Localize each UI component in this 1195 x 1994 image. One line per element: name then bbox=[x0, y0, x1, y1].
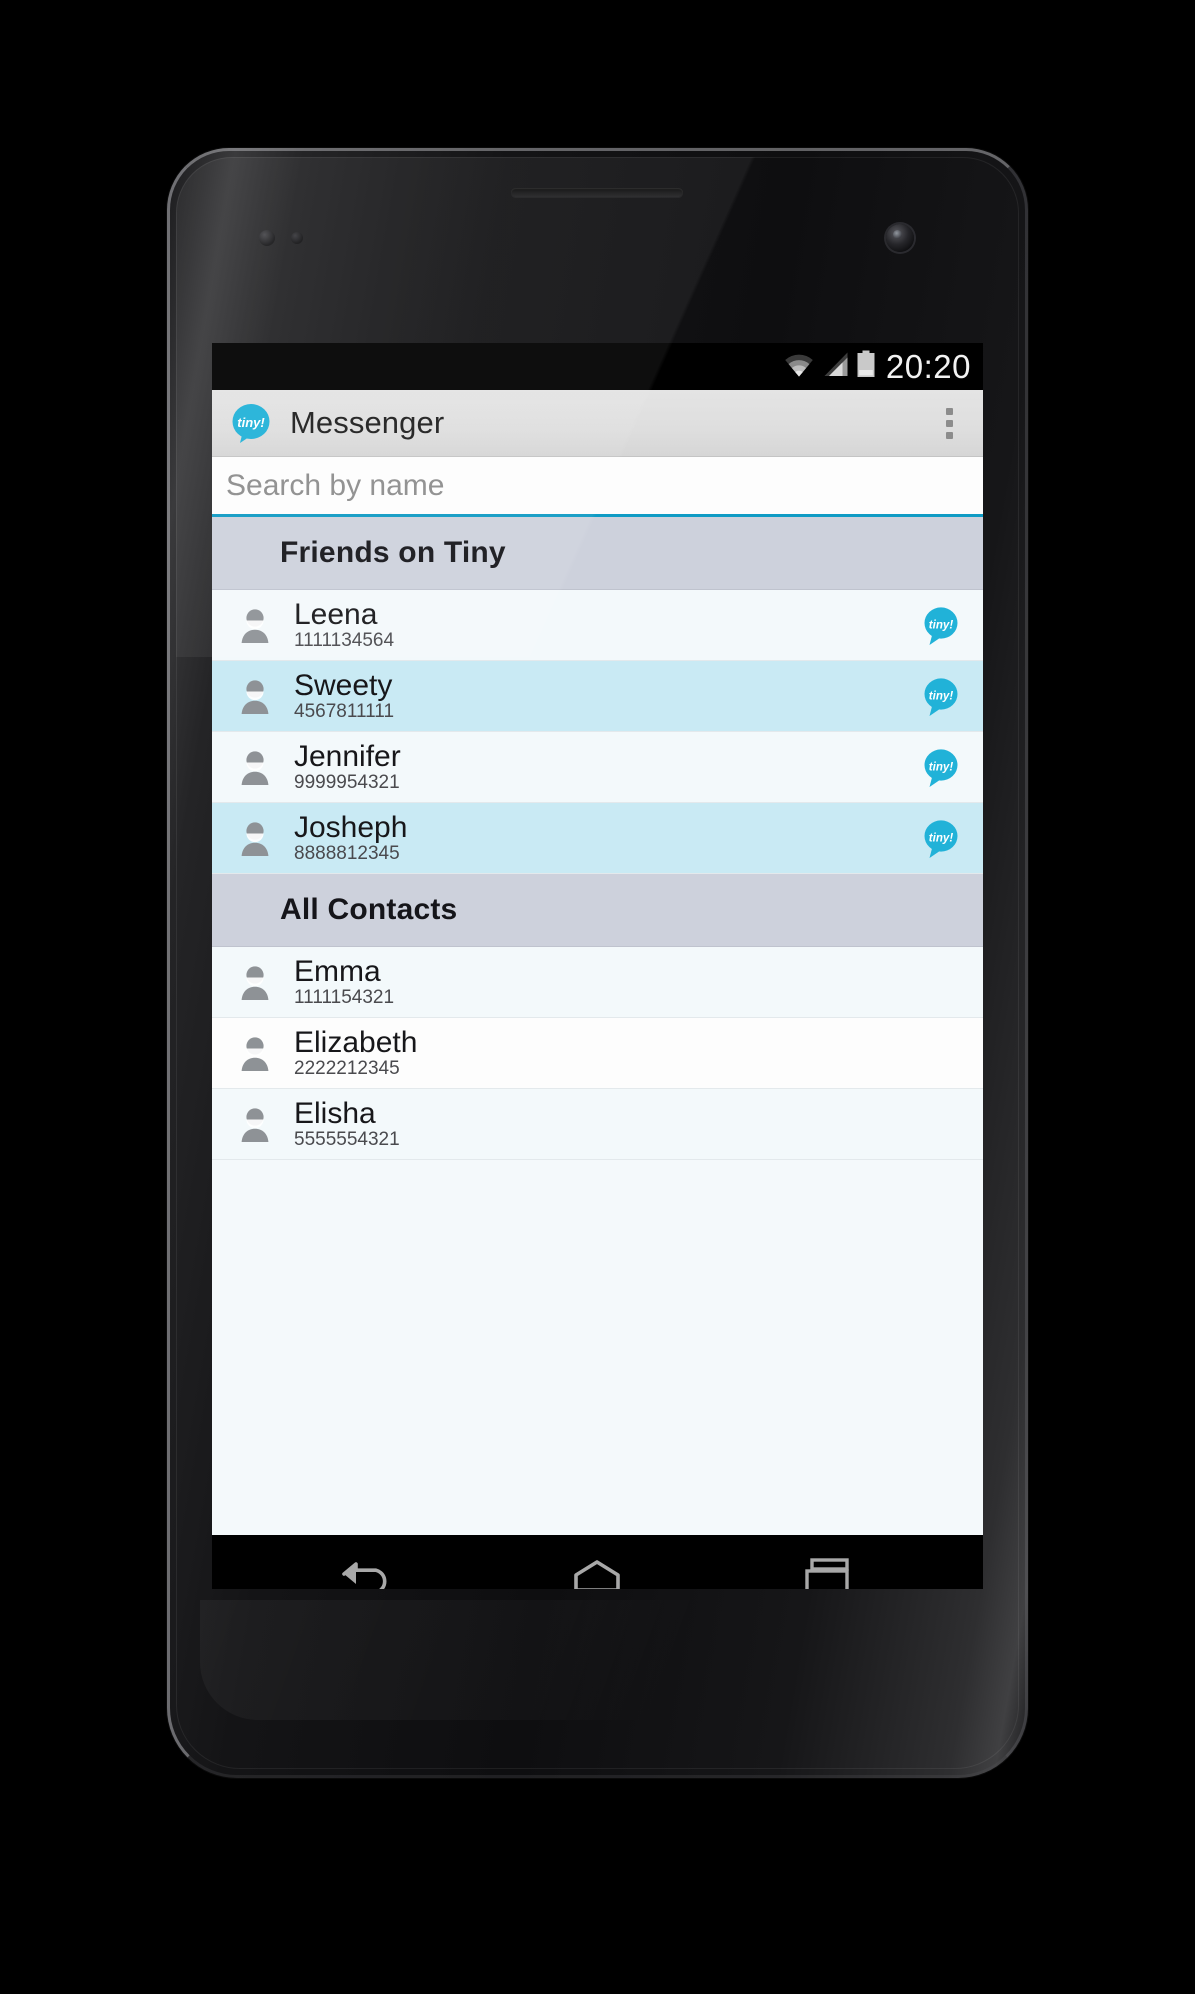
app-action-bar: tiny! Messenger bbox=[212, 390, 983, 457]
android-nav-bar bbox=[212, 1535, 983, 1589]
tiny-app-badge-icon[interactable]: tiny! bbox=[920, 747, 961, 788]
contact-row[interactable]: Jennifer 9999954321 tiny! bbox=[212, 732, 983, 803]
contact-phone-number: 1111154321 bbox=[294, 987, 395, 1009]
wifi-icon bbox=[782, 351, 816, 382]
contact-row[interactable]: Leena 1111134564 tiny! bbox=[212, 590, 983, 661]
screenshot-stage: 20:20 tiny! Messenger Friends on T bbox=[0, 0, 1195, 1994]
contact-avatar-icon bbox=[236, 748, 274, 786]
contact-name: Leena bbox=[294, 598, 378, 631]
contact-avatar-icon bbox=[236, 1105, 274, 1143]
overflow-dot bbox=[945, 419, 953, 427]
contact-phone-number: 5555554321 bbox=[294, 1129, 400, 1151]
light-sensor-icon bbox=[291, 232, 303, 244]
contact-phone-number: 2222212345 bbox=[294, 1058, 400, 1080]
tiny-app-badge-icon[interactable]: tiny! bbox=[920, 605, 961, 646]
svg-text:tiny!: tiny! bbox=[929, 689, 954, 702]
section-header: All Contacts bbox=[212, 874, 983, 947]
contact-row[interactable]: Emma1111154321tiny! bbox=[212, 947, 983, 1018]
back-arrow-icon[interactable] bbox=[312, 1547, 422, 1589]
contact-text-block: Elisha 5555554321 bbox=[294, 1098, 908, 1150]
contact-avatar-icon bbox=[236, 677, 274, 715]
earpiece-speaker bbox=[511, 188, 683, 197]
battery-icon bbox=[856, 350, 876, 383]
contact-row[interactable]: Josheph 8888812345 tiny! bbox=[212, 803, 983, 874]
contact-avatar-icon bbox=[236, 819, 274, 857]
home-icon[interactable] bbox=[542, 1547, 652, 1589]
recent-apps-icon[interactable] bbox=[773, 1547, 883, 1589]
front-camera-icon bbox=[886, 224, 914, 252]
contact-text-block: Josheph 8888812345 bbox=[294, 812, 908, 864]
search-input[interactable] bbox=[226, 468, 973, 503]
tiny-app-badge-icon[interactable]: tiny! bbox=[920, 818, 961, 859]
contact-name: Emma bbox=[294, 955, 381, 988]
contact-text-block: Sweety 4567811111 bbox=[294, 670, 908, 722]
contact-text-block: Jennifer 9999954321 bbox=[294, 741, 908, 793]
search-bar[interactable] bbox=[212, 457, 983, 517]
phone-screen: 20:20 tiny! Messenger Friends on T bbox=[212, 343, 983, 1589]
android-status-bar: 20:20 bbox=[212, 343, 983, 390]
contact-text-block: Elizabeth 2222212345 bbox=[294, 1027, 908, 1079]
contact-text-block: Emma 1111154321 bbox=[294, 956, 908, 1008]
contact-name: Jennifer bbox=[294, 740, 401, 773]
tiny-speech-bubble-icon: tiny! bbox=[230, 402, 272, 444]
svg-text:tiny!: tiny! bbox=[929, 618, 954, 631]
contact-text-block: Leena 1111134564 bbox=[294, 599, 908, 651]
contact-row[interactable]: Elizabeth2222212345tiny! bbox=[212, 1018, 983, 1089]
tiny-app-badge-icon[interactable]: tiny! bbox=[920, 676, 961, 717]
proximity-sensor-icon bbox=[259, 230, 275, 246]
contact-phone-number: 9999954321 bbox=[294, 772, 400, 794]
contact-avatar-icon bbox=[236, 963, 274, 1001]
status-bar-clock: 20:20 bbox=[885, 348, 971, 385]
svg-text:tiny!: tiny! bbox=[929, 760, 954, 773]
section-header-label: Friends on Tiny bbox=[280, 536, 506, 569]
section-header: Friends on Tiny bbox=[212, 517, 983, 590]
section-header-label: All Contacts bbox=[280, 893, 458, 926]
contact-row[interactable]: Elisha5555554321tiny! bbox=[212, 1089, 983, 1160]
overflow-menu-icon[interactable] bbox=[915, 390, 983, 457]
svg-text:tiny!: tiny! bbox=[237, 415, 265, 430]
page-title: Messenger bbox=[290, 405, 445, 440]
contact-avatar-icon bbox=[236, 606, 274, 644]
contact-phone-number: 1111134564 bbox=[294, 630, 395, 652]
contact-list[interactable]: Friends on Tiny Leena 1111134564 tiny! Sweet… bbox=[212, 517, 983, 1535]
contact-row[interactable]: Sweety 4567811111 tiny! bbox=[212, 661, 983, 732]
contact-name: Sweety bbox=[294, 669, 393, 702]
contact-name: Elisha bbox=[294, 1097, 376, 1130]
contact-phone-number: 8888812345 bbox=[294, 843, 400, 865]
overflow-dot bbox=[945, 407, 953, 415]
overflow-dot bbox=[945, 431, 953, 439]
cellular-signal-icon bbox=[823, 351, 849, 382]
contact-name: Josheph bbox=[294, 811, 408, 844]
contact-name: Elizabeth bbox=[294, 1026, 418, 1059]
contact-avatar-icon bbox=[236, 1034, 274, 1072]
contact-phone-number: 4567811111 bbox=[294, 701, 395, 723]
svg-text:tiny!: tiny! bbox=[929, 831, 954, 844]
